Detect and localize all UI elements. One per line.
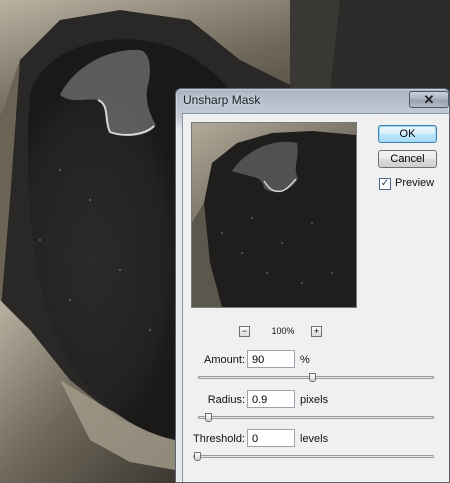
checkmark-icon: ✓ — [380, 178, 390, 189]
amount-slider-thumb[interactable] — [309, 373, 316, 382]
zoom-out-button[interactable]: − — [239, 326, 250, 337]
radius-slider-thumb[interactable] — [205, 413, 212, 422]
radius-slider-track[interactable] — [198, 416, 434, 419]
amount-input[interactable] — [247, 350, 295, 368]
zoom-level: 100% — [271, 326, 295, 336]
threshold-label: Threshold: — [193, 433, 245, 445]
unsharp-mask-dialog: Unsharp Mask ✕ − 100% + OK Cancel ✓ Prev… — [175, 88, 450, 483]
ok-button[interactable]: OK — [378, 125, 437, 143]
threshold-slider-track[interactable] — [193, 455, 434, 458]
preview-pane[interactable] — [191, 122, 357, 308]
amount-slider-track[interactable] — [198, 376, 434, 379]
zoom-in-button[interactable]: + — [311, 326, 322, 337]
preview-image — [192, 123, 356, 307]
dialog-title: Unsharp Mask — [183, 93, 261, 107]
amount-label: Amount: — [204, 354, 245, 366]
dialog-body: − 100% + OK Cancel ✓ Preview Amount: % R… — [182, 113, 449, 482]
radius-label: Radius: — [207, 394, 245, 406]
threshold-input[interactable] — [247, 429, 295, 447]
radius-unit: pixels — [300, 394, 329, 406]
preview-checkbox[interactable]: ✓ — [379, 178, 391, 190]
threshold-slider-thumb[interactable] — [194, 452, 201, 461]
amount-unit: % — [300, 354, 310, 366]
close-button[interactable]: ✕ — [409, 91, 449, 108]
radius-input[interactable] — [247, 390, 295, 408]
cancel-button[interactable]: Cancel — [378, 150, 437, 168]
threshold-unit: levels — [300, 433, 329, 445]
dialog-titlebar[interactable]: Unsharp Mask ✕ — [176, 89, 449, 113]
preview-checkbox-label: Preview — [395, 177, 435, 189]
